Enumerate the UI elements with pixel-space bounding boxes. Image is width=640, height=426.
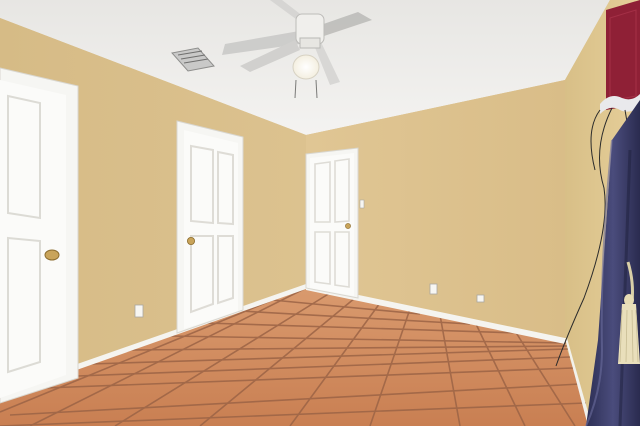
room-illustration [0,0,640,426]
room-photo [0,0,640,426]
closet-door-left [0,67,79,404]
door-back [305,147,359,299]
door-center-left [176,120,244,334]
valance [600,0,640,114]
